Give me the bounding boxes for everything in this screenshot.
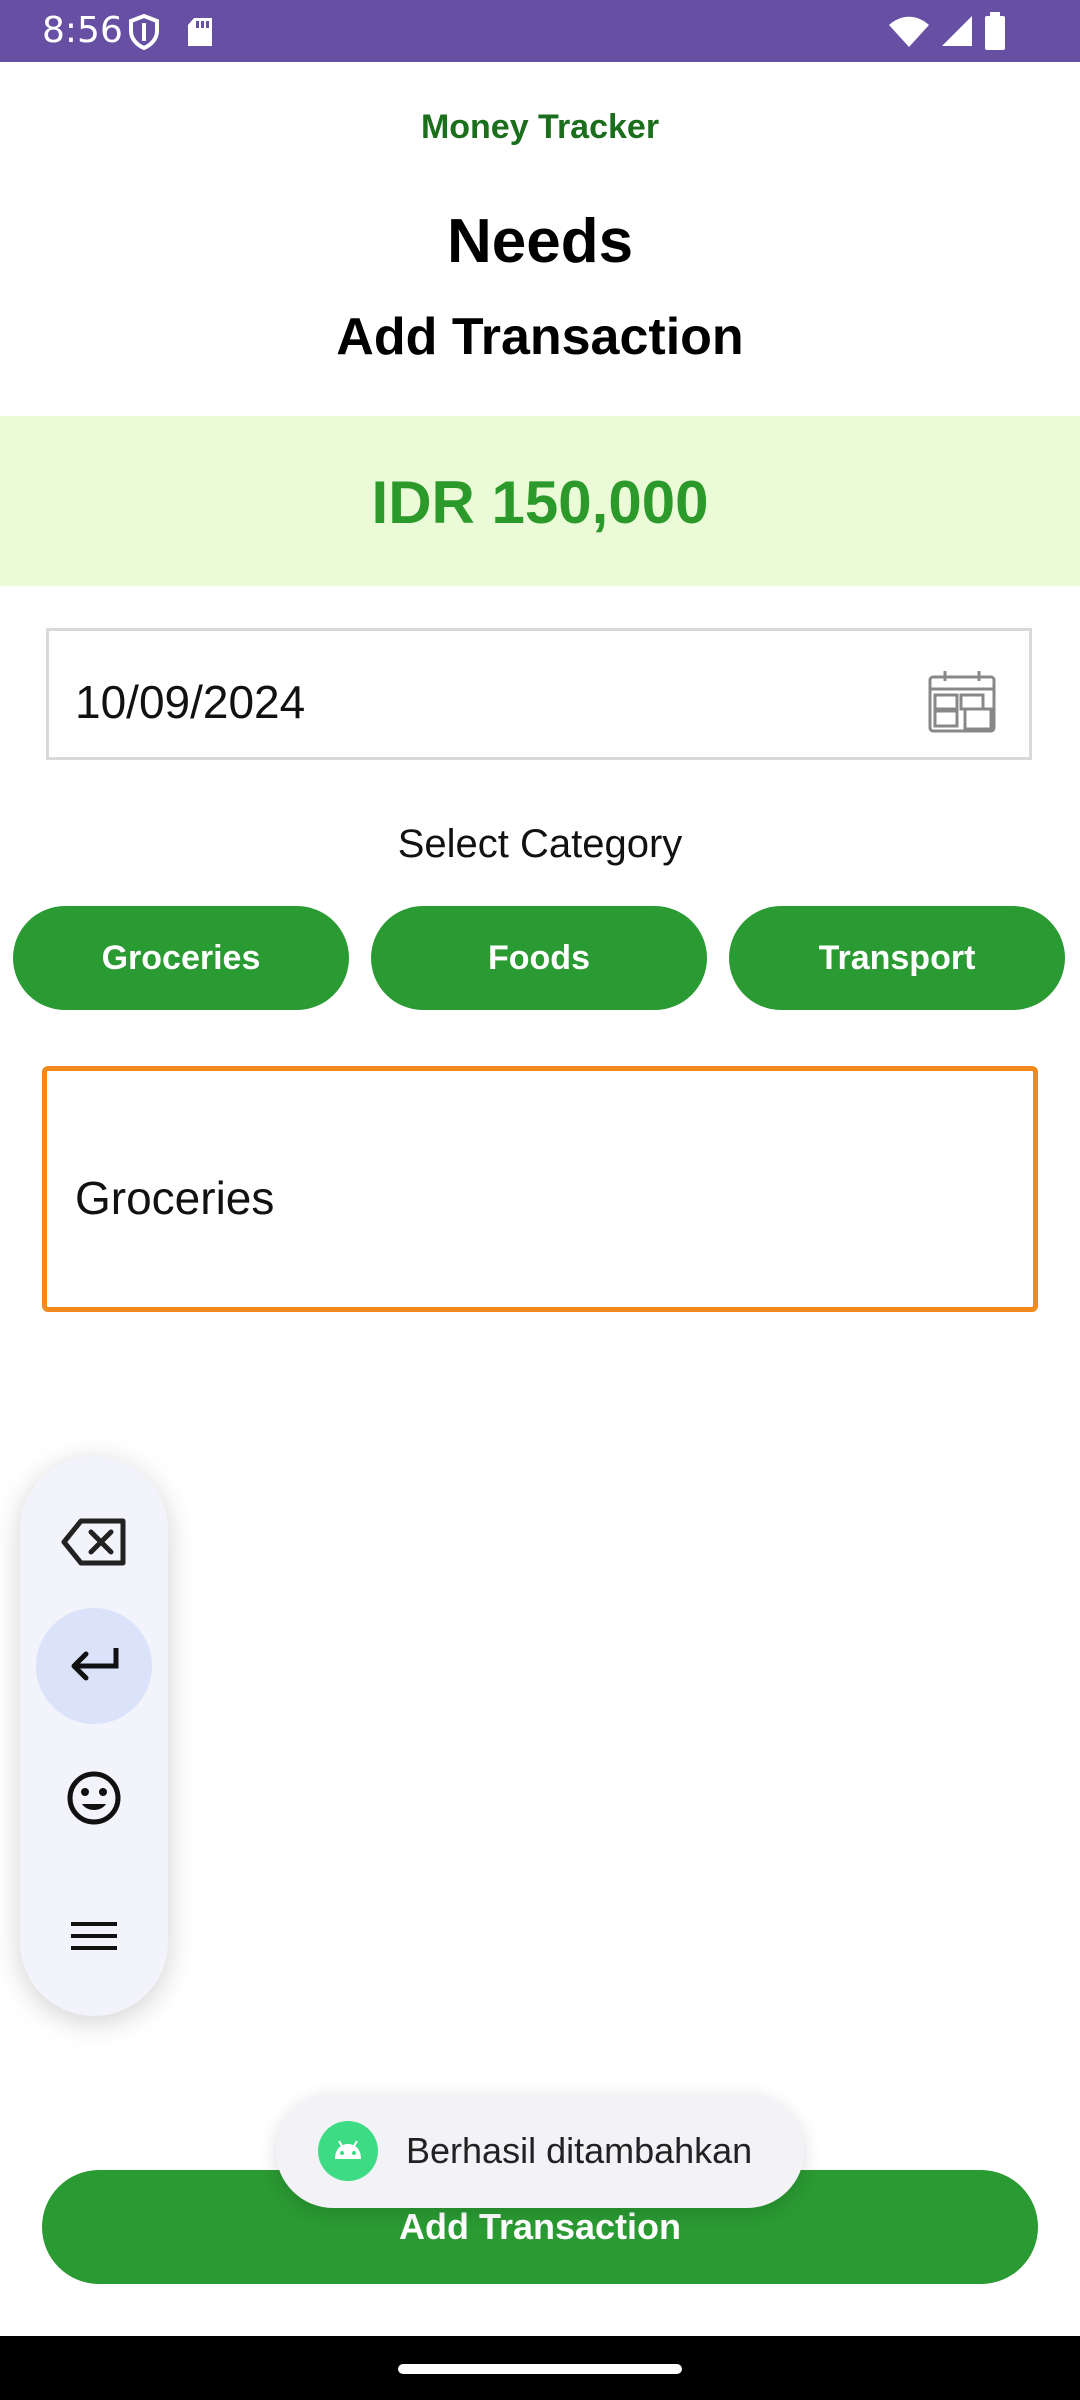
menu-icon xyxy=(69,1916,119,1961)
category-chip-transport[interactable]: Transport xyxy=(729,906,1065,1010)
page-subtitle: Add Transaction xyxy=(336,308,744,366)
category-label: Select Category xyxy=(397,822,683,866)
note-input[interactable]: Groceries xyxy=(42,1066,1038,1312)
toast: Berhasil ditambahkan xyxy=(276,2094,804,2208)
android-icon xyxy=(318,2121,378,2181)
amount-value[interactable]: IDR 150,000 xyxy=(0,468,1080,537)
amount-banner: IDR 150,000 xyxy=(0,416,1080,586)
enter-button[interactable] xyxy=(36,1608,152,1724)
floating-keyboard-toolbar xyxy=(20,1456,168,2016)
signal-icon xyxy=(940,14,974,53)
home-gesture-handle[interactable] xyxy=(398,2364,682,2374)
toast-message: Berhasil ditambahkan xyxy=(406,2130,753,2171)
category-chip-groceries[interactable]: Groceries xyxy=(13,906,349,1010)
backspace-button[interactable] xyxy=(36,1486,152,1602)
shield-icon xyxy=(128,13,160,55)
app-title: Money Tracker xyxy=(420,108,660,146)
date-value: 10/09/2024 xyxy=(75,676,306,728)
menu-button[interactable] xyxy=(36,1880,152,1996)
emoji-button[interactable] xyxy=(36,1742,152,1858)
enter-icon xyxy=(66,1644,122,1689)
emoji-icon xyxy=(66,1770,122,1831)
battery-icon xyxy=(984,12,1006,55)
navigation-bar xyxy=(0,2336,1080,2400)
status-bar: 8:56 xyxy=(0,0,1080,62)
sd-card-icon xyxy=(186,16,214,53)
note-input-value: Groceries xyxy=(75,1172,275,1224)
date-field[interactable]: 10/09/2024 xyxy=(46,628,1032,760)
calendar-icon[interactable] xyxy=(927,669,997,738)
backspace-icon xyxy=(61,1517,127,1572)
category-chip-foods[interactable]: Foods xyxy=(371,906,707,1010)
wifi-icon xyxy=(888,16,930,53)
status-time: 8:56 xyxy=(42,10,123,51)
page-title: Needs xyxy=(446,207,634,276)
